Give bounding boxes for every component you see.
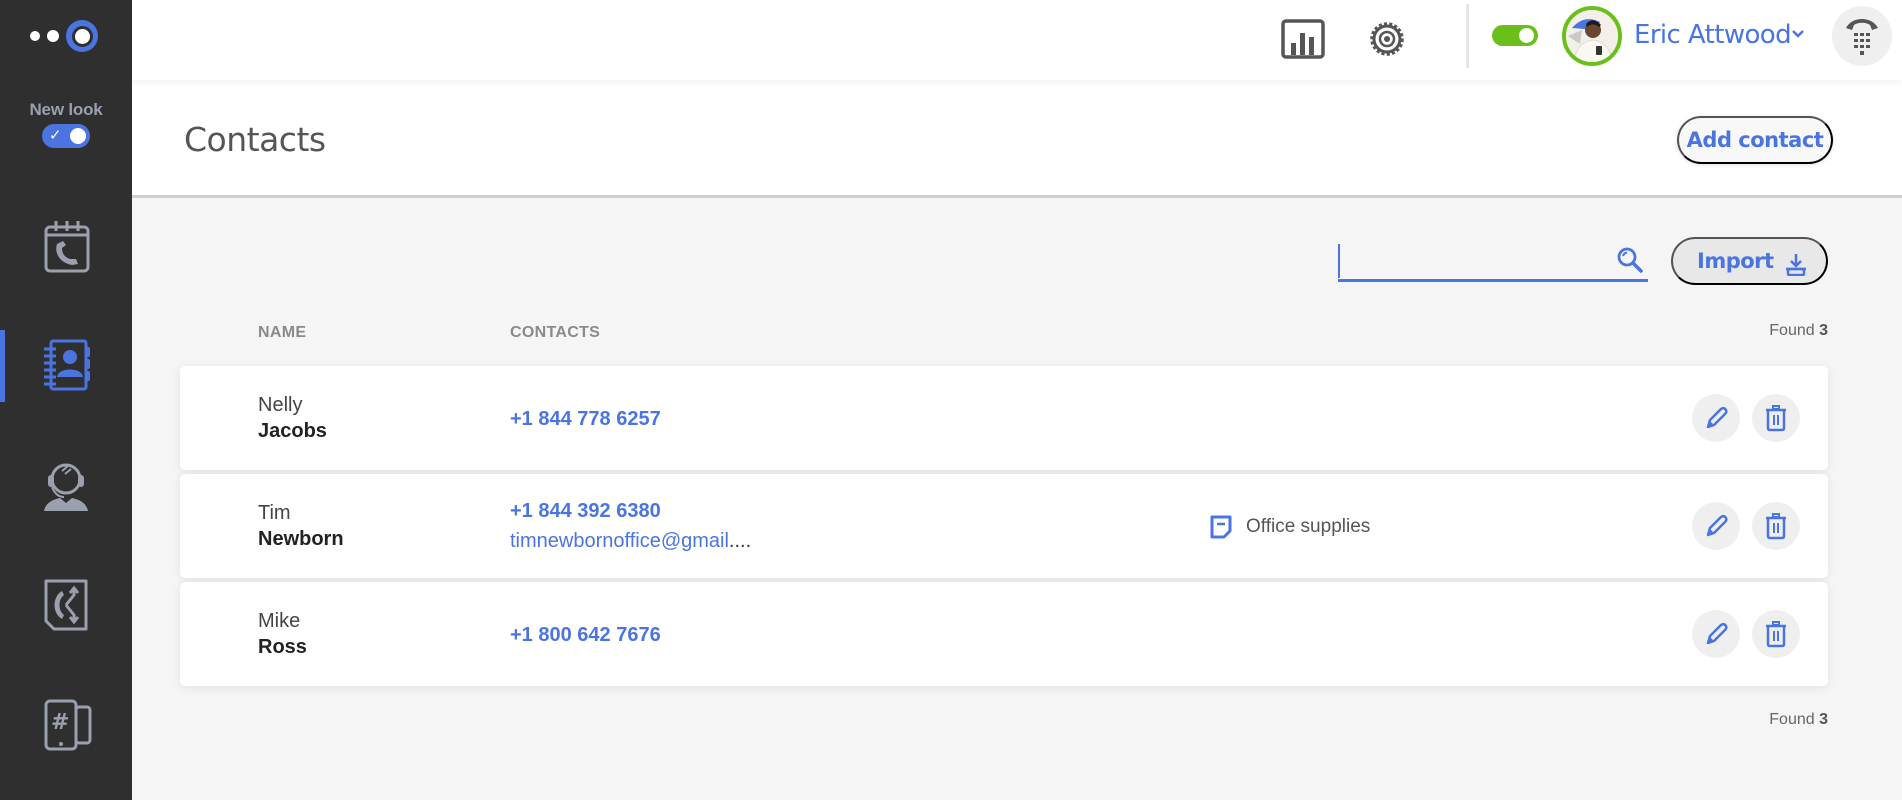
page-header: Contacts Add contact — [132, 80, 1902, 198]
import-button[interactable]: Import — [1671, 237, 1828, 285]
email-text: timnewbornoffice@gmail — [510, 530, 729, 552]
edit-button[interactable] — [1692, 394, 1740, 442]
pencil-icon — [1706, 622, 1728, 645]
logo-dot — [30, 31, 40, 41]
analytics-button[interactable] — [1278, 14, 1328, 64]
trash-icon — [1766, 513, 1786, 540]
contact-row[interactable]: Tim Newborn +1 844 392 6380 timnewbornof… — [180, 474, 1828, 578]
settings-gear-icon — [1370, 22, 1404, 56]
headset-agent-icon — [44, 463, 88, 511]
logo-ring — [66, 20, 98, 52]
hash-phone-icon: # — [44, 699, 92, 751]
dialpad-phone-icon — [1846, 19, 1878, 55]
delete-button[interactable] — [1752, 502, 1800, 550]
found-label: Found — [1769, 322, 1815, 339]
pencil-icon — [1706, 406, 1728, 429]
found-number: 3 — [1819, 322, 1828, 339]
availability-toggle[interactable] — [1492, 25, 1538, 46]
divider — [1466, 4, 1469, 68]
trash-icon — [1766, 405, 1786, 432]
contact-row[interactable]: Nelly Jacobs +1 844 778 6257 — [180, 366, 1828, 470]
add-contact-button[interactable]: Add contact — [1677, 116, 1833, 164]
user-avatar-image — [1566, 10, 1618, 62]
edit-button[interactable] — [1692, 610, 1740, 658]
pencil-icon — [1706, 514, 1728, 537]
check-icon: ✓ — [49, 127, 62, 144]
phone-link[interactable]: +1 844 392 6380 — [510, 500, 661, 523]
found-count-top: Found 3 — [1769, 322, 1828, 340]
analytics-icon — [1281, 19, 1325, 59]
delete-button[interactable] — [1752, 394, 1800, 442]
last-name: Newborn — [258, 528, 344, 550]
sidebar-item-numbers[interactable]: # — [0, 690, 132, 760]
note-icon — [1210, 515, 1232, 539]
note-text: Office supplies — [1246, 516, 1371, 537]
column-header-contacts[interactable]: CONTACTS — [510, 324, 600, 342]
email-ellipsis: .... — [728, 530, 752, 552]
dialpad-button[interactable] — [1832, 6, 1892, 66]
address-book-icon — [44, 339, 90, 391]
sidebar-item-agents[interactable] — [0, 450, 132, 520]
last-name: Jacobs — [258, 420, 327, 442]
found-count-bottom: Found 3 — [1769, 711, 1828, 729]
sidebar-item-call-history[interactable] — [0, 212, 132, 282]
avatar[interactable] — [1562, 6, 1622, 66]
user-name[interactable]: Eric Attwood — [1634, 20, 1792, 50]
sidebar-item-call-routing[interactable] — [0, 570, 132, 640]
toggle-knob — [70, 128, 86, 144]
sidebar-item-contacts[interactable] — [0, 330, 132, 402]
phone-link[interactable]: +1 800 642 7676 — [510, 624, 661, 647]
contact-row[interactable]: Mike Ross +1 800 642 7676 — [180, 582, 1828, 686]
last-name: Ross — [258, 636, 307, 658]
found-label: Found — [1769, 711, 1815, 728]
first-name: Mike — [258, 610, 301, 632]
first-name: Nelly — [258, 394, 303, 416]
search-input[interactable] — [1338, 244, 1598, 278]
contact-note[interactable]: Office supplies — [1210, 515, 1370, 539]
import-label: Import — [1697, 249, 1774, 273]
chevron-down-icon[interactable] — [1790, 26, 1806, 42]
phone-link[interactable]: +1 844 778 6257 — [510, 408, 661, 431]
new-look-label: New look — [29, 100, 103, 119]
search-field[interactable] — [1338, 240, 1648, 282]
search-icon[interactable] — [1616, 246, 1644, 274]
delete-button[interactable] — [1752, 610, 1800, 658]
sidebar: New look ✓ # — [0, 0, 132, 800]
new-look-section: New look ✓ — [0, 100, 132, 153]
call-split-icon — [44, 579, 88, 631]
calendar-phone-icon — [44, 221, 90, 273]
settings-button[interactable] — [1362, 14, 1412, 64]
email-link[interactable]: timnewbornoffice@gmail.... — [510, 530, 751, 553]
trash-icon — [1766, 621, 1786, 648]
svg-text:#: # — [51, 710, 69, 735]
found-number: 3 — [1819, 711, 1828, 728]
column-header-name[interactable]: NAME — [258, 324, 306, 342]
top-bar: Eric Attwood — [132, 0, 1902, 80]
first-name: Tim — [258, 502, 291, 524]
page-title: Contacts — [184, 120, 326, 159]
logo-dot — [47, 30, 59, 42]
edit-button[interactable] — [1692, 502, 1740, 550]
app-logo[interactable] — [30, 20, 102, 52]
new-look-toggle[interactable]: ✓ — [42, 124, 90, 148]
download-icon — [1786, 254, 1806, 276]
